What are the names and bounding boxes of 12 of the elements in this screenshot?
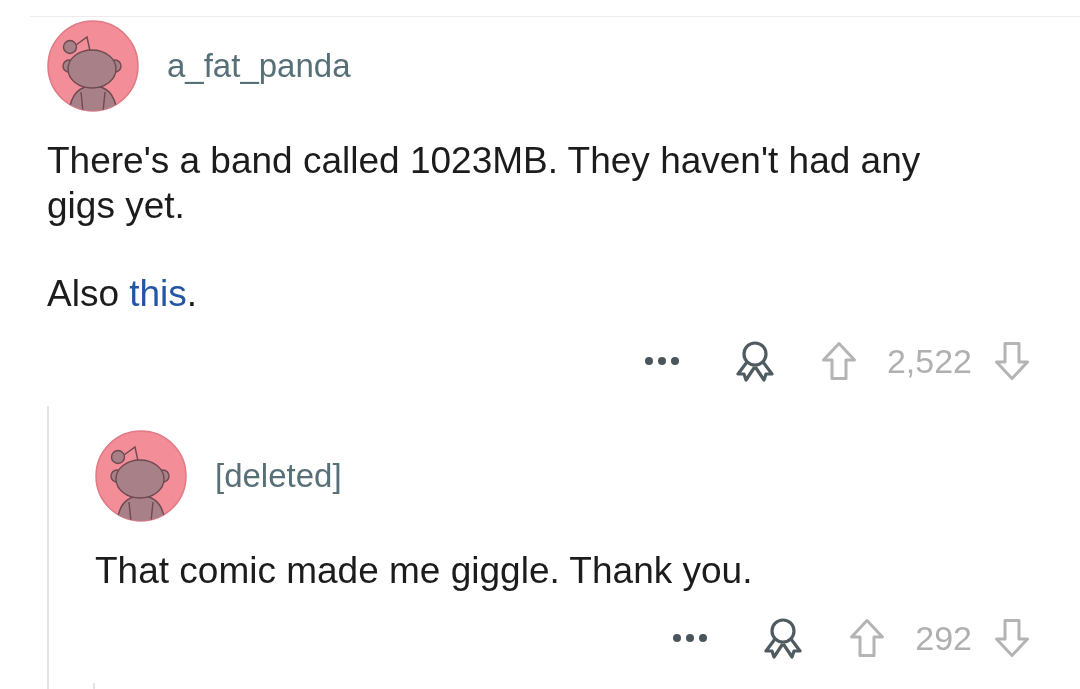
avatar-icon <box>47 20 139 112</box>
comment-text: Also this. <box>47 272 199 316</box>
avatar-icon <box>95 430 187 522</box>
username[interactable]: [deleted] <box>215 456 342 496</box>
vote-count: 292 <box>915 618 972 658</box>
comment-text: That comic made me giggle. Thank you. <box>95 549 754 593</box>
comment-text: There's a band called 1023MB. They haven't had any gigs yet. <box>47 139 922 228</box>
username[interactable]: a_fat_panda <box>167 46 351 86</box>
ellipsis-icon[interactable] <box>643 356 680 366</box>
link[interactable]: this <box>129 273 187 314</box>
ellipsis-icon[interactable] <box>672 633 709 643</box>
vote-count: 2,522 <box>886 341 972 381</box>
